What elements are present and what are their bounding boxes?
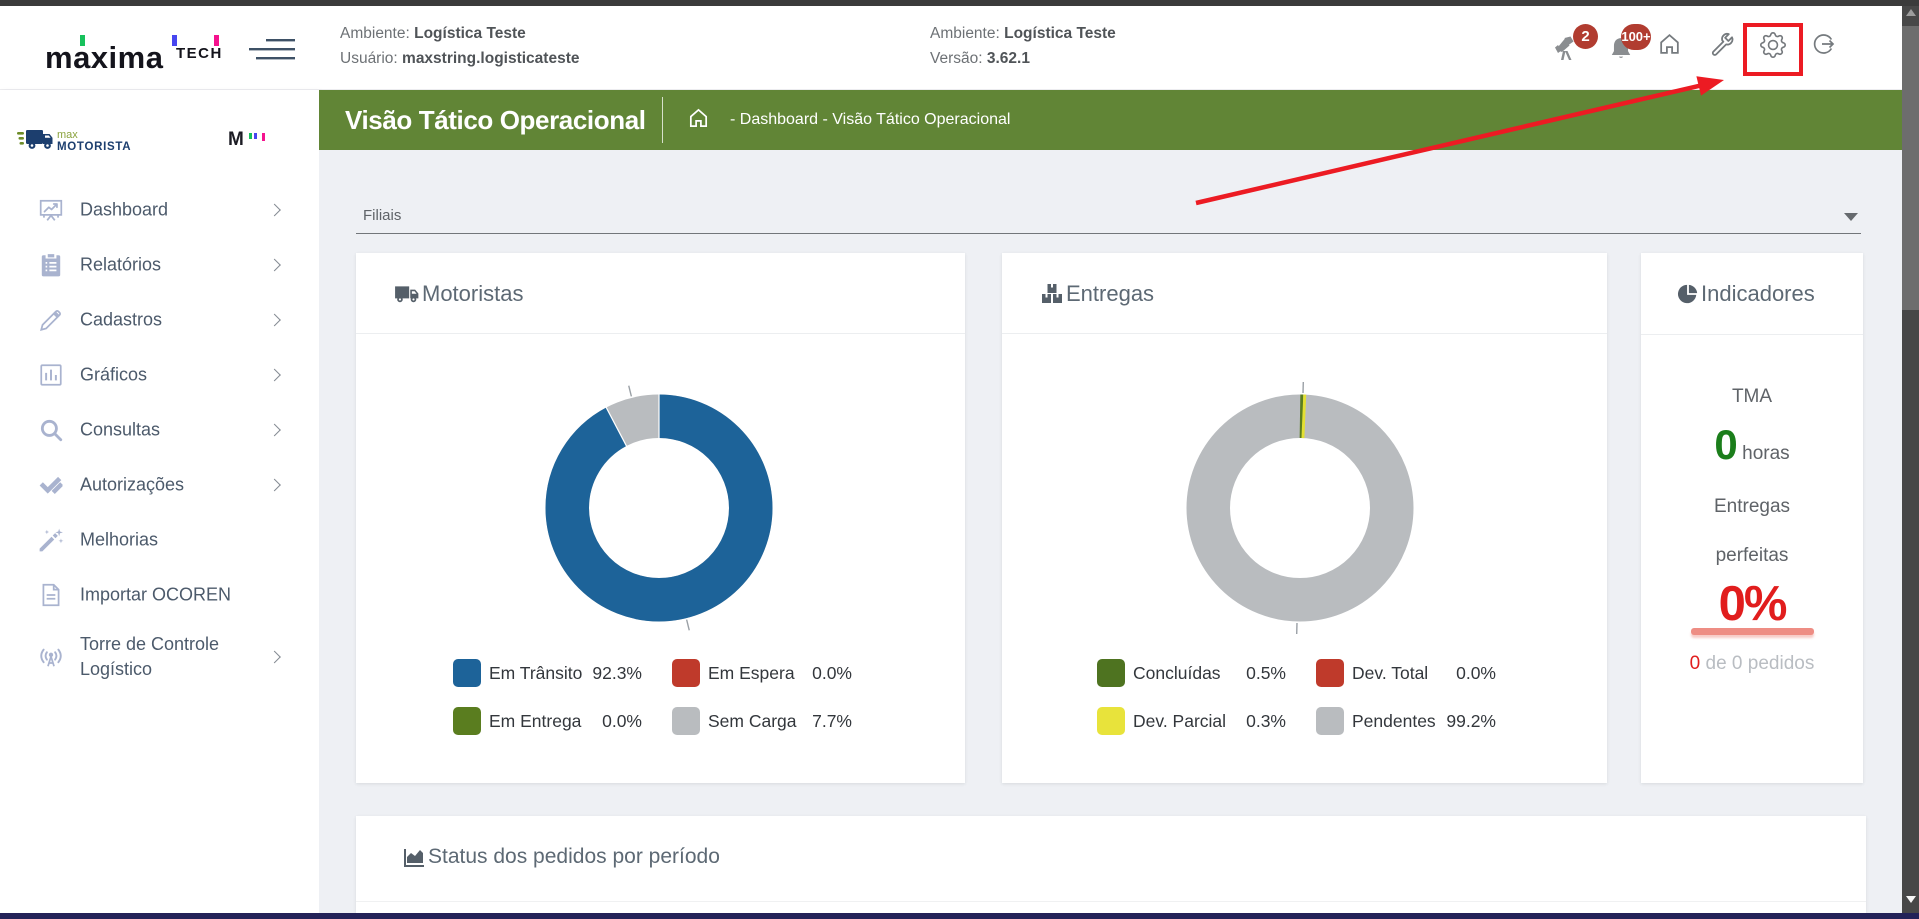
- svg-text:M: M: [228, 130, 244, 148]
- svg-text:maxima: maxima: [45, 40, 164, 72]
- svg-text:MOTORISTA: MOTORISTA: [57, 141, 131, 153]
- svg-text:max: max: [57, 129, 78, 141]
- svg-text:TECH: TECH: [176, 45, 223, 62]
